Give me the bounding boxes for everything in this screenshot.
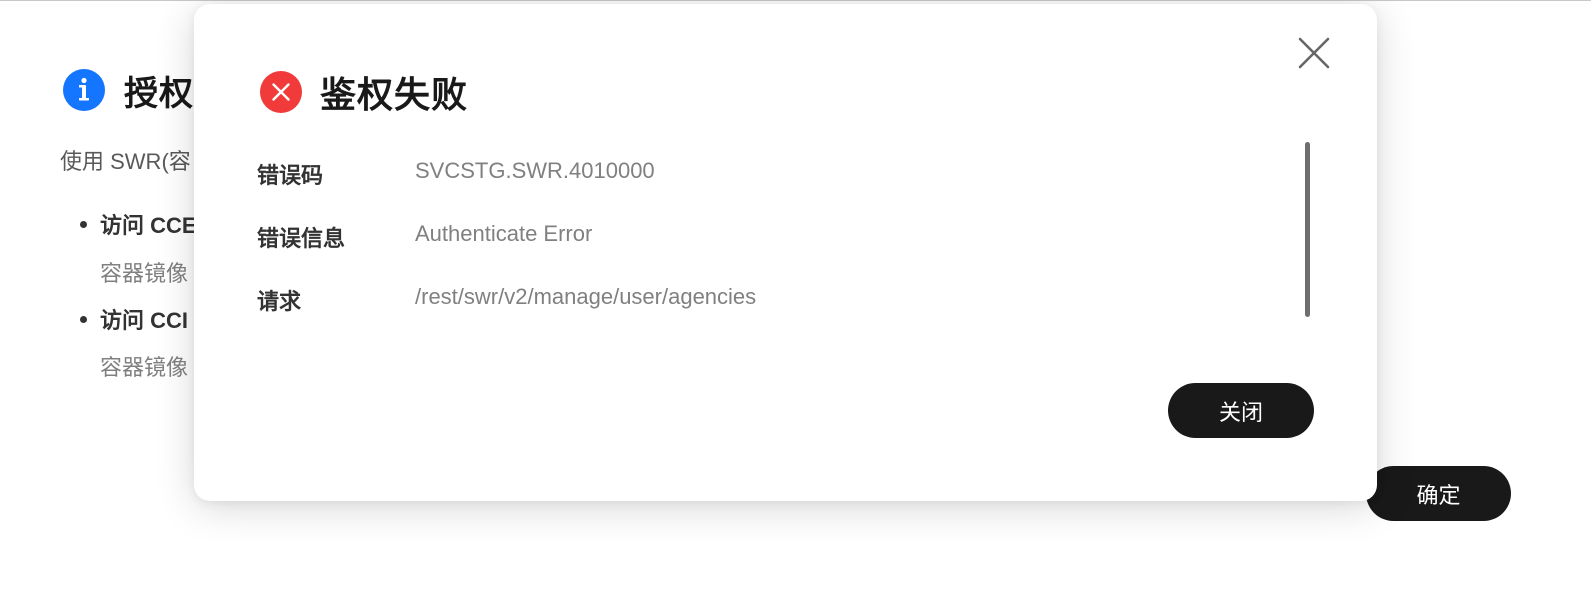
bg-dialog-title: 授权 (124, 74, 194, 113)
auth-failed-modal: 鉴权失败 错误码 SVCSTG.SWR.4010000 错误信息 Authent… (194, 4, 1377, 501)
bg-bullet-label: 访问 CCE (100, 213, 197, 238)
info-icon (63, 69, 105, 111)
bg-title-row: 授权 (63, 68, 194, 113)
bullet-dot (80, 315, 87, 323)
bullet-dot (80, 220, 87, 228)
modal-title-row: 鉴权失败 (260, 69, 468, 115)
close-icon[interactable] (1296, 35, 1332, 71)
bg-bullet-item: 访问 CCI (80, 303, 188, 335)
error-code-value: SVCSTG.SWR.4010000 (415, 158, 655, 183)
error-message-label: 错误信息 (257, 226, 346, 251)
scrollbar[interactable] (1305, 142, 1310, 317)
modal-title: 鉴权失败 (320, 74, 469, 115)
request-label: 请求 (257, 289, 302, 314)
close-button[interactable]: 关闭 (1168, 383, 1314, 438)
bg-dialog-description: 使用 SWR(容 (60, 149, 191, 174)
bg-bullet-sub: 容器镜像 (100, 355, 189, 380)
confirm-button[interactable]: 确定 (1366, 466, 1511, 521)
error-circle-icon (260, 71, 302, 113)
bg-bullet-label: 访问 CCI (100, 308, 189, 333)
request-value: /rest/swr/v2/manage/user/agencies (415, 284, 757, 309)
bg-bullet-sub: 容器镜像 (100, 261, 189, 286)
error-code-label: 错误码 (257, 163, 324, 188)
bg-bullet-item: 访问 CCE (80, 208, 197, 240)
error-message-value: Authenticate Error (415, 221, 593, 246)
